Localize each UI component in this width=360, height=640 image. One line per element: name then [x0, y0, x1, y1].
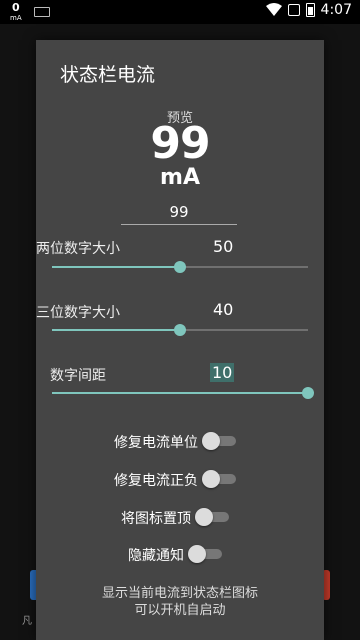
background-app-label: 凡	[22, 616, 32, 627]
fix-current-unit-switch[interactable]	[202, 432, 236, 450]
two-digit-size-value: 50	[213, 237, 234, 256]
settings-dialog: 状态栏电流 预览 99 mA 两位数字大小 50 三位数字大小 40 数字间距 …	[36, 40, 324, 640]
status-bar: 0 mA 4:07	[0, 0, 360, 24]
digit-spacing-label: 数字间距	[50, 368, 106, 384]
battery-icon	[305, 3, 315, 17]
preview-unit: mA	[160, 165, 200, 190]
pin-icon-top-row[interactable]: 将图标置顶	[36, 506, 324, 528]
status-current-indicator: 0 mA	[10, 2, 22, 23]
two-digit-size-label: 两位数字大小	[36, 241, 120, 257]
footer-line-2: 可以开机自启动	[134, 603, 226, 618]
two-digit-size-slider[interactable]	[52, 259, 308, 275]
dialog-title: 状态栏电流	[60, 64, 156, 86]
three-digit-size-slider[interactable]	[52, 322, 308, 338]
slider-thumb[interactable]	[174, 324, 186, 336]
status-time: 4:07	[320, 2, 352, 18]
hide-notification-switch[interactable]	[188, 545, 222, 563]
preview-number: 99	[150, 118, 210, 169]
wifi-icon	[265, 3, 282, 16]
fix-current-sign-row[interactable]: 修复电流正负	[36, 468, 324, 490]
three-digit-size-label: 三位数字大小	[36, 305, 120, 321]
keyboard-icon	[34, 7, 50, 17]
hide-notification-label: 隐藏通知	[128, 548, 184, 564]
digit-spacing-slider[interactable]	[52, 385, 314, 401]
fix-current-sign-label: 修复电流正负	[114, 473, 198, 489]
fix-current-unit-row[interactable]: 修复电流单位	[36, 430, 324, 452]
pin-icon-top-label: 将图标置顶	[121, 511, 191, 527]
digit-spacing-value: 10	[210, 363, 235, 382]
slider-thumb[interactable]	[174, 261, 186, 273]
hide-notification-row[interactable]: 隐藏通知	[36, 543, 324, 565]
notification-icon	[287, 4, 300, 16]
footer-description: 显示当前电流到状态栏图标 可以开机自启动	[36, 585, 324, 619]
fix-current-sign-switch[interactable]	[202, 470, 236, 488]
three-digit-size-value: 40	[213, 300, 234, 319]
preview-value-input[interactable]	[121, 200, 237, 225]
footer-line-1: 显示当前电流到状态栏图标	[101, 586, 258, 601]
fix-current-unit-label: 修复电流单位	[114, 435, 198, 451]
status-current-unit: mA	[10, 14, 22, 22]
slider-thumb[interactable]	[302, 387, 314, 399]
pin-icon-top-switch[interactable]	[195, 508, 229, 526]
